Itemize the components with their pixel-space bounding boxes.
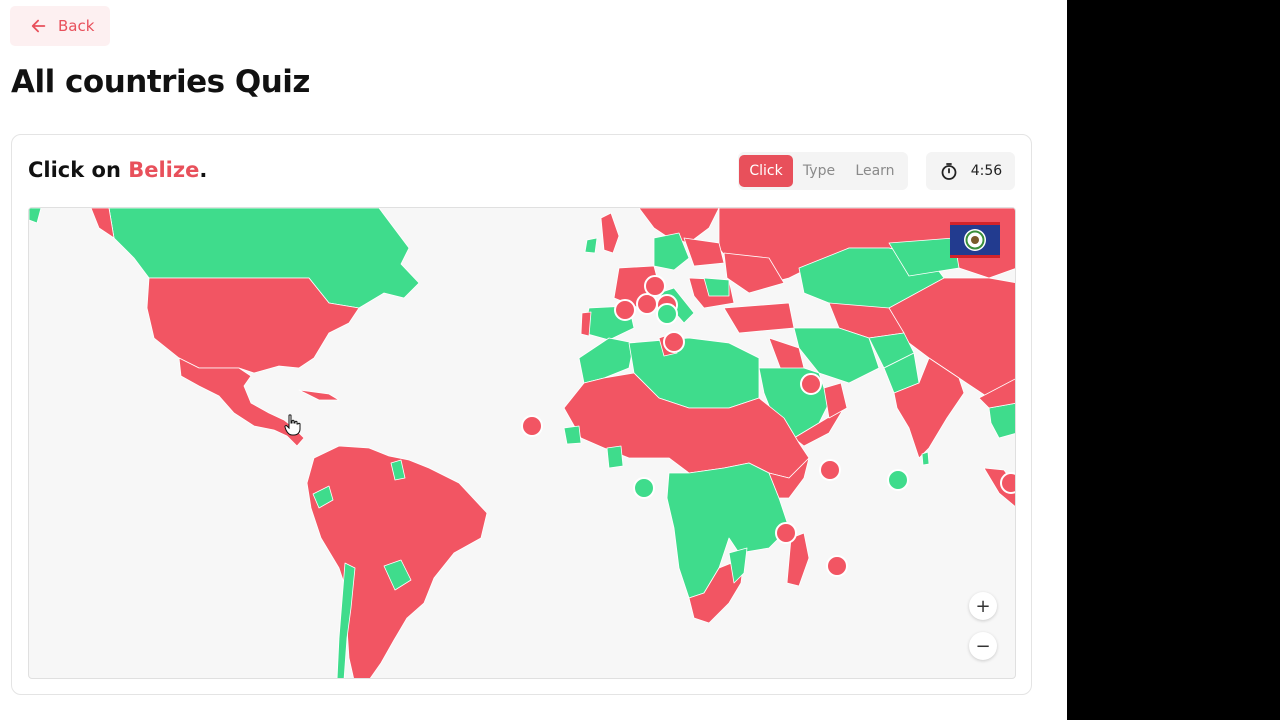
prompt-suffix: . [199, 158, 208, 182]
country-uk[interactable] [600, 212, 620, 254]
island-marker-monaco[interactable] [636, 293, 658, 315]
world-map[interactable]: + − [28, 207, 1016, 679]
mode-click-button[interactable]: Click [739, 155, 793, 187]
arrow-left-icon [31, 19, 46, 33]
island-marker-comoros[interactable] [775, 522, 797, 544]
back-button-label: Back [58, 17, 95, 35]
back-button[interactable]: Back [10, 6, 110, 46]
island-marker-malta[interactable] [663, 331, 685, 353]
quiz-prompt: Click on Belize. [28, 158, 207, 182]
country-guinea[interactable] [563, 425, 582, 445]
belize-flag-icon [950, 222, 1000, 258]
island-marker-liechtenstein[interactable] [644, 275, 666, 297]
island-marker-singapore[interactable] [1000, 472, 1016, 494]
island-marker-azores[interactable] [521, 415, 543, 437]
hand-pointer-icon [284, 414, 301, 436]
country-poland[interactable] [683, 237, 725, 267]
country-ghana[interactable] [606, 445, 624, 469]
island-marker-vatican[interactable] [656, 303, 678, 325]
timer: 4:56 [926, 152, 1015, 190]
timer-value: 4:56 [970, 163, 1003, 179]
mode-learn-button[interactable]: Learn [845, 155, 905, 187]
country-thailand[interactable] [988, 402, 1016, 439]
island-marker-bahrain[interactable] [800, 373, 822, 395]
prompt-prefix: Click on [28, 158, 129, 182]
island-marker-seychelles[interactable] [819, 459, 841, 481]
island-marker-andorra[interactable] [614, 299, 636, 321]
mode-selector: Click Type Learn [738, 152, 908, 190]
country-greenland[interactable] [29, 208, 42, 224]
country-cuba[interactable] [298, 389, 340, 401]
country-ireland[interactable] [584, 237, 598, 254]
zoom-in-button[interactable]: + [969, 592, 997, 620]
target-country: Belize [128, 158, 200, 182]
mode-type-button[interactable]: Type [793, 155, 845, 187]
country-turkey[interactable] [723, 302, 795, 334]
page-title: All countries Quiz [11, 64, 310, 100]
quiz-card: Click on Belize. Click Type Learn 4:56 +… [11, 134, 1032, 695]
country-portugal[interactable] [580, 311, 592, 337]
quiz-page: Back All countries Quiz Click on Belize.… [0, 0, 1067, 720]
zoom-out-button[interactable]: − [969, 632, 997, 660]
island-marker-sao-tome[interactable] [633, 477, 655, 499]
country-sri-lanka[interactable] [921, 451, 930, 466]
stopwatch-icon [941, 163, 957, 180]
world-map-svg[interactable] [29, 208, 1016, 679]
island-marker-maldives[interactable] [887, 469, 909, 491]
island-marker-mauritius[interactable] [826, 555, 848, 577]
country-oman[interactable] [823, 382, 848, 419]
